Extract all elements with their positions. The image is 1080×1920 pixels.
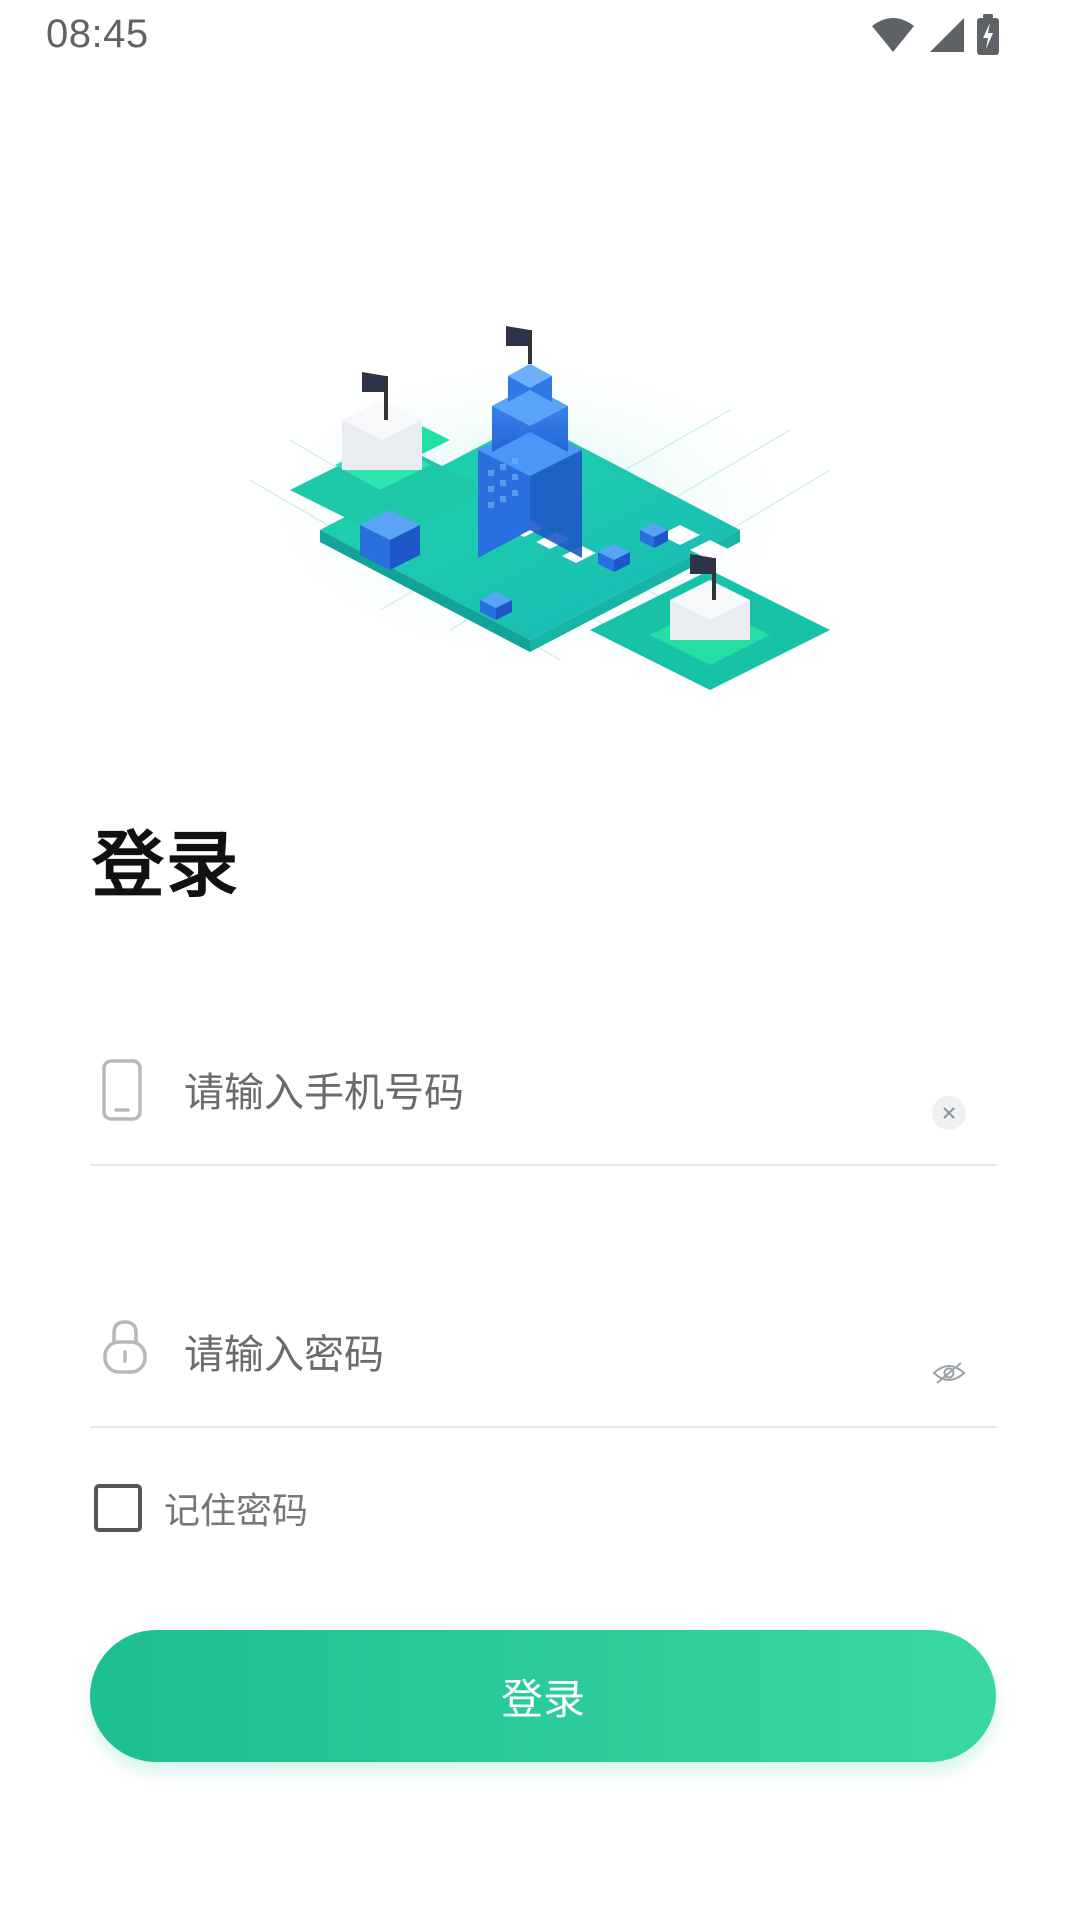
remember-password-row[interactable]: 记住密码 bbox=[94, 1480, 308, 1536]
cell-signal-icon bbox=[930, 18, 964, 52]
password-field bbox=[90, 1306, 996, 1428]
remember-label: 记住密码 bbox=[164, 1491, 309, 1532]
phone-input[interactable] bbox=[182, 1062, 886, 1124]
clear-icon[interactable] bbox=[932, 1096, 966, 1130]
phone-icon bbox=[100, 1058, 144, 1126]
lock-icon bbox=[100, 1316, 150, 1380]
hero-illustration bbox=[230, 180, 870, 700]
wifi-icon bbox=[872, 18, 914, 52]
login-button[interactable]: 登录 bbox=[90, 1630, 996, 1762]
page-title: 登录 bbox=[92, 823, 241, 907]
status-time: 08:45 bbox=[46, 12, 149, 56]
remember-checkbox[interactable] bbox=[94, 1484, 142, 1532]
battery-charging-icon bbox=[977, 14, 999, 55]
isometric-city-illustration bbox=[230, 326, 831, 690]
phone-field bbox=[90, 1044, 996, 1166]
password-input[interactable] bbox=[182, 1324, 886, 1386]
eye-off-icon[interactable] bbox=[932, 1360, 966, 1390]
status-icons bbox=[870, 14, 1000, 56]
status-bar: 08:45 bbox=[0, 0, 1080, 70]
